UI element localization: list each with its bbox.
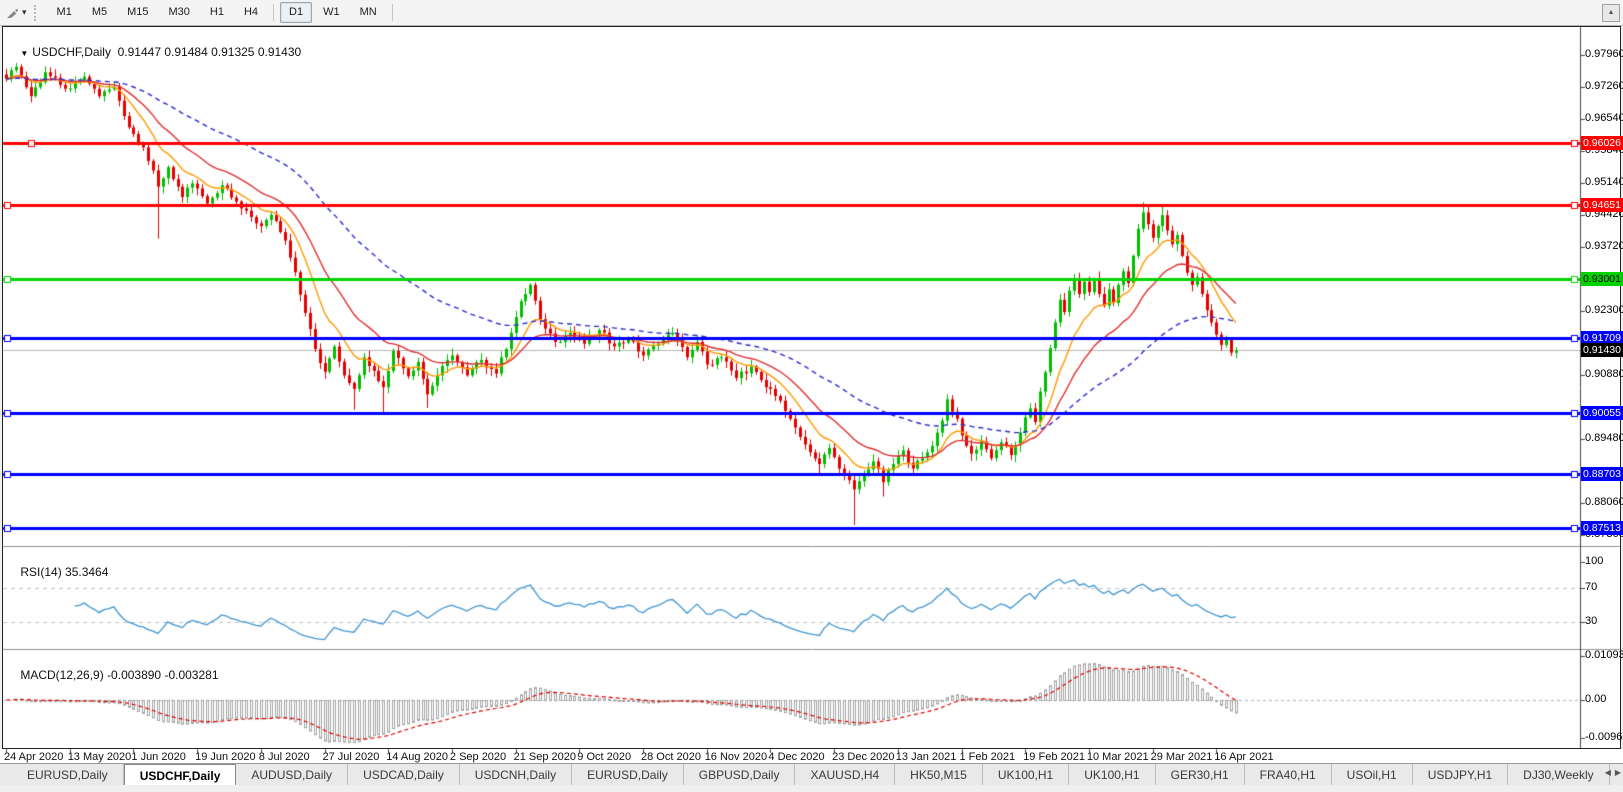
tab-hk50-m15[interactable]: HK50,M15 <box>895 764 983 785</box>
tab-audusd-daily[interactable]: AUDUSD,Daily <box>236 764 348 785</box>
tab-uk100-h1[interactable]: UK100,H1 <box>983 764 1069 785</box>
top-toolbar: ▾ M1M5M15M30H1H4 D1W1MN ▲ <box>0 0 1623 26</box>
timeframe-button-M5[interactable]: M5 <box>83 2 116 23</box>
toolbar-overflow-button[interactable]: ▲ <box>1602 4 1620 22</box>
timeframe-button-D1[interactable]: D1 <box>280 2 312 23</box>
draw-tool-icon[interactable] <box>3 4 21 22</box>
tab-eurusd-daily[interactable]: EURUSD,Daily <box>572 764 684 785</box>
timeframe-button-group: M1M5M15M30H1H4 D1W1MN <box>47 2 398 23</box>
timeframe-button-M15[interactable]: M15 <box>118 2 157 23</box>
tab-usdcad-daily[interactable]: USDCAD,Daily <box>348 764 460 785</box>
timeframe-button-W1[interactable]: W1 <box>314 2 349 23</box>
tab-usdchf-daily[interactable]: USDCHF,Daily <box>124 764 237 785</box>
chart-canvas[interactable] <box>0 0 1623 792</box>
timeframe-button-M30[interactable]: M30 <box>160 2 199 23</box>
toolbar-separator <box>392 4 393 21</box>
timeframe-button-M1[interactable]: M1 <box>48 2 81 23</box>
tab-scroll-right-button[interactable]: ▶ <box>1615 768 1621 777</box>
tab-fra40-h1[interactable]: FRA40,H1 <box>1245 764 1332 785</box>
tab-eurusd-daily[interactable]: EURUSD,Daily <box>12 764 124 785</box>
tab-gbpusd-daily[interactable]: GBPUSD,Daily <box>684 764 796 785</box>
tab-dj30-weekly[interactable]: DJ30,Weekly <box>1508 764 1609 785</box>
toolbar-separator <box>273 4 274 21</box>
timeframe-button-H4[interactable]: H4 <box>235 2 267 23</box>
timeframe-button-MN[interactable]: MN <box>351 2 386 23</box>
tab-scroll-left-button[interactable]: ◀ <box>1605 768 1611 777</box>
tab-usdcnh-daily[interactable]: USDCNH,Daily <box>460 764 572 785</box>
chart-tab-bar: EURUSD,DailyUSDCHF,DailyAUDUSD,DailyUSDC… <box>0 763 1623 785</box>
tab-uk100-h1[interactable]: UK100,H1 <box>1069 764 1155 785</box>
tab-usdjpy-h1[interactable]: USDJPY,H1 <box>1413 764 1508 785</box>
tab-xauusd-h4[interactable]: XAUUSD,H4 <box>795 764 895 785</box>
tab-usoil-h1[interactable]: USOil,H1 <box>1332 764 1413 785</box>
toolbar-grip[interactable] <box>34 5 41 21</box>
draw-tool-dropdown-icon[interactable]: ▾ <box>22 7 27 18</box>
tab-scroll-arrows: ◀ ▶ <box>1605 768 1621 777</box>
tab-ger30-h1[interactable]: GER30,H1 <box>1156 764 1245 785</box>
timeframe-button-H1[interactable]: H1 <box>201 2 233 23</box>
